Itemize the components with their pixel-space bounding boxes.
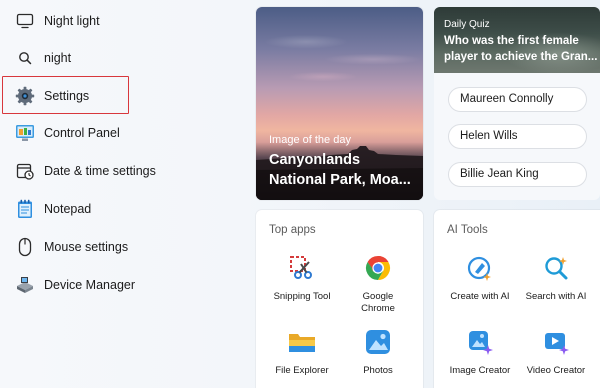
result-label: night: [44, 51, 72, 65]
result-device-manager[interactable]: Device Manager: [0, 266, 240, 304]
top-apps-card: Top apps Snipping Tool Google Chrome Fil…: [256, 210, 423, 388]
app-tile-photos[interactable]: Photos: [338, 328, 418, 377]
daily-quiz-header[interactable]: Daily Quiz Who was the first female play…: [434, 7, 600, 73]
daily-quiz-question-line1: Who was the first female: [444, 35, 579, 47]
app-label: Google Chrome: [361, 291, 395, 314]
result-label: Settings: [44, 89, 90, 103]
ai-tile-create-with-ai[interactable]: Create with AI: [440, 254, 520, 303]
result-label: Device Manager: [44, 278, 136, 292]
mouse-icon: [14, 236, 36, 258]
ai-tool-label: Image Creator: [449, 365, 511, 376]
result-date-time-settings[interactable]: Date & time settings: [0, 152, 240, 190]
search-results-list: Night light night Settings Control Panel…: [0, 0, 240, 388]
image-of-the-day-card[interactable]: Image of the day Canyonlands National Pa…: [256, 7, 423, 200]
ai-tile-video-creator[interactable]: Video Creator: [516, 328, 596, 377]
result-night-web-search[interactable]: night: [0, 39, 240, 77]
image-of-the-day-kicker: Image of the day: [269, 134, 351, 146]
notepad-icon: [14, 198, 36, 220]
image-creator-icon: [466, 328, 494, 356]
ai-tools-title: AI Tools: [447, 224, 488, 236]
ai-tool-label: Video Creator: [526, 365, 586, 376]
result-label: Mouse settings: [44, 240, 129, 254]
snipping-tool-icon: [288, 254, 316, 282]
ai-tool-label: Create with AI: [450, 291, 510, 302]
app-tile-google-chrome[interactable]: Google Chrome: [338, 254, 418, 315]
image-of-the-day-title: Canyonlands National Park, Moa...: [269, 152, 411, 188]
app-label: Photos: [363, 365, 393, 376]
monitor-icon: [14, 10, 36, 32]
gear-icon: [14, 85, 36, 107]
photos-icon: [364, 328, 392, 356]
daily-quiz-question: Who was the first female player to achie…: [444, 33, 598, 65]
calendar-clock-icon: [14, 160, 36, 182]
ai-tile-image-creator[interactable]: Image Creator: [440, 328, 520, 377]
result-control-panel[interactable]: Control Panel: [0, 114, 240, 152]
quiz-answer-button[interactable]: Maureen Connolly: [448, 87, 587, 112]
result-settings[interactable]: Settings: [0, 77, 240, 115]
search-with-ai-icon: [542, 254, 570, 282]
create-with-ai-icon: [466, 254, 494, 282]
result-label: Control Panel: [44, 126, 120, 140]
ai-tool-label: Search with AI: [525, 291, 587, 302]
daily-quiz-kicker: Daily Quiz: [444, 19, 490, 30]
result-label: Date & time settings: [44, 164, 156, 178]
daily-quiz-question-line2: player to achieve the Gran...: [444, 51, 598, 63]
result-mouse-settings[interactable]: Mouse settings: [0, 228, 240, 266]
result-night-light[interactable]: Night light: [0, 2, 240, 40]
ai-tools-card: AI Tools Create with AI Search with AI I…: [434, 210, 600, 388]
quiz-answer-button[interactable]: Billie Jean King: [448, 162, 587, 187]
quiz-answer-button[interactable]: Helen Wills: [448, 124, 587, 149]
device-manager-icon: [14, 274, 36, 296]
file-explorer-icon: [288, 328, 316, 356]
result-label: Night light: [44, 14, 100, 28]
app-label: Snipping Tool: [273, 291, 331, 302]
top-apps-title: Top apps: [269, 224, 316, 236]
result-notepad[interactable]: Notepad: [0, 190, 240, 228]
app-label: File Explorer: [275, 365, 329, 376]
control-panel-icon: [14, 122, 36, 144]
search-icon: [14, 47, 36, 69]
ai-tile-search-with-ai[interactable]: Search with AI: [516, 254, 596, 303]
video-creator-icon: [542, 328, 570, 356]
result-label: Notepad: [44, 202, 92, 216]
app-tile-file-explorer[interactable]: File Explorer: [262, 328, 342, 377]
chrome-icon: [364, 254, 392, 282]
app-tile-snipping-tool[interactable]: Snipping Tool: [262, 254, 342, 303]
